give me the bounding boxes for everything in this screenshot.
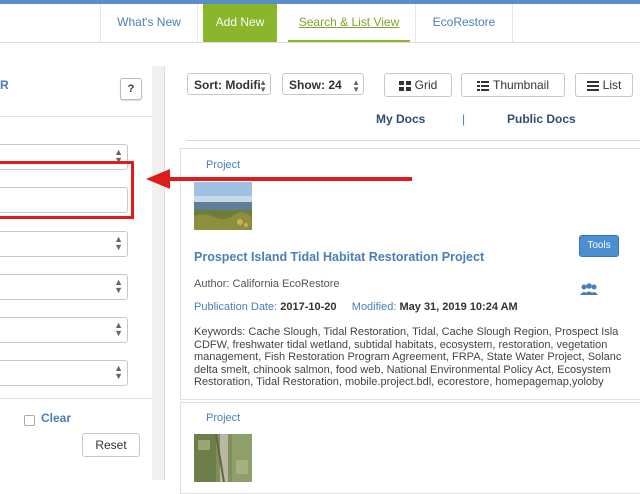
filter-select-4[interactable]: ▲ ▼ [0, 317, 128, 343]
thumbnail-list-icon [476, 80, 489, 91]
tab-public-docs[interactable]: Public Docs [507, 112, 576, 126]
sort-select[interactable]: Sort: Modifi ▲ ▼ [187, 73, 271, 95]
thumbnail-label: Thumbnail [492, 78, 550, 92]
project-title-link[interactable]: Prospect Island Tidal Habitat Restoratio… [194, 250, 484, 264]
project-thumbnail[interactable] [194, 434, 252, 482]
keywords-line: delta smelt, chinook salmon, food web, N… [194, 363, 611, 376]
grid-label: Grid [414, 78, 438, 92]
filter-panel-title: R [0, 78, 9, 92]
author-label: Author: [194, 278, 233, 290]
publication-date-label: Publication Date: [194, 301, 281, 313]
group-icon[interactable] [579, 283, 599, 295]
tab-separator: | [462, 112, 466, 126]
filter-select-3[interactable]: ▲ ▼ [0, 274, 128, 300]
select-arrows-icon: ▲ ▼ [114, 277, 123, 295]
select-arrows-icon: ▲ ▼ [114, 363, 123, 381]
nav-whats-new[interactable]: What's New [100, 4, 198, 42]
grid-view-button[interactable]: Grid [384, 73, 452, 97]
author-value: California EcoRestore [232, 278, 340, 290]
keywords-line: management, Fish Restoration Program Agr… [194, 351, 622, 363]
select-arrows-icon: ▲ ▼ [114, 320, 123, 338]
show-count-select[interactable]: Show: 24 ▲ ▼ [282, 73, 364, 95]
thumbnail-view-button[interactable]: Thumbnail [461, 73, 565, 97]
nav-ecorestore[interactable]: EcoRestore [415, 4, 513, 42]
doc-tabs: My Docs | Public Docs [186, 100, 640, 141]
nav-add-new[interactable]: Add New [203, 4, 277, 42]
tab-my-docs[interactable]: My Docs [376, 112, 425, 126]
keywords-line: Keywords: Cache Slough, Tidal Restoratio… [194, 326, 619, 338]
filter-select-5[interactable]: ▲ ▼ [0, 360, 128, 386]
clear-link[interactable]: Clear [41, 411, 71, 425]
list-view-button[interactable]: List [575, 73, 633, 97]
select-arrows-icon: ▲ ▼ [114, 234, 123, 252]
publication-date-value: 2017-10-20 [280, 301, 337, 313]
keywords-line: CDFW, freshwater tidal wetland, subtidal… [194, 338, 608, 351]
list-label: List [602, 78, 622, 92]
top-nav: What's New Add New Search & List View Ec… [0, 4, 640, 43]
card-type-label: Project [206, 412, 241, 424]
modified-label: Modified: [351, 301, 400, 313]
keywords-line: Restoration, Tidal Restoration, mobile.p… [194, 376, 604, 388]
author-line: Author: California EcoRestore [194, 278, 340, 290]
divider [0, 116, 152, 117]
nav-search-list-view[interactable]: Search & List View [288, 4, 410, 42]
result-card: Project [180, 402, 640, 494]
filter-select-2[interactable]: ▲ ▼ [0, 231, 128, 257]
tools-button[interactable]: Tools [579, 235, 619, 257]
select-arrows-icon: ▲ ▼ [352, 78, 360, 94]
panel-scrollbar[interactable] [152, 66, 165, 480]
dates-line: Publication Date: 2017-10-20 Modified: M… [194, 301, 518, 313]
modified-value: May 31, 2019 10:24 AM [399, 301, 518, 313]
filter-panel: R ? ▲ ▼ ▲ ▼ ▲ ▼ ▲ ▼ ▲ ▼ Clear Reset [0, 66, 153, 480]
keywords-text: Keywords: Cache Slough, Tidal Restoratio… [194, 326, 640, 389]
sort-label: Sort: Modifi [194, 78, 261, 92]
help-button[interactable]: ? [120, 78, 142, 100]
highlight-box [0, 161, 134, 219]
grid-icon [398, 80, 411, 91]
list-icon [586, 80, 599, 91]
select-arrows-icon: ▲ ▼ [259, 78, 267, 94]
show-label: Show: 24 [289, 78, 342, 92]
clear-checkbox[interactable] [24, 415, 35, 426]
divider [0, 398, 152, 399]
reset-button[interactable]: Reset [82, 433, 140, 457]
annotation-arrow-icon [146, 169, 412, 189]
